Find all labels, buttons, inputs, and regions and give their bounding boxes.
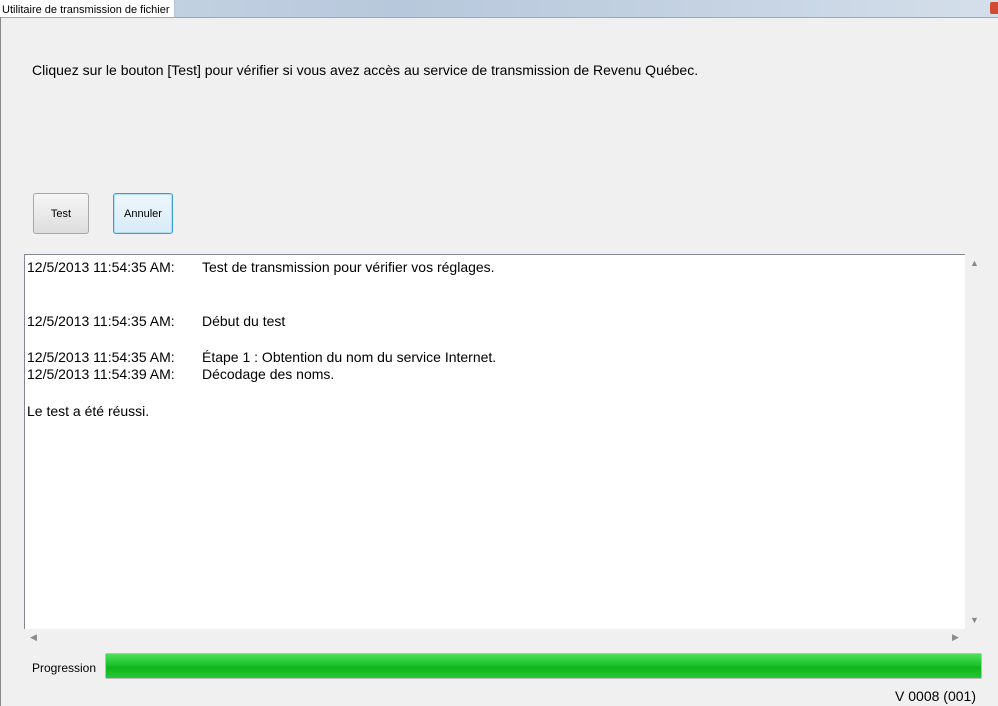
log-line: 12/5/2013 11:54:35 AM: Test de transmissi… [27,259,495,275]
log-message: Décodage des noms. [202,366,335,382]
scroll-down-icon[interactable]: ▼ [970,616,979,625]
log-message: Début du test [202,313,286,329]
cancel-button[interactable]: Annuler [113,193,173,234]
log-timestamp: 12/5/2013 11:54:35 AM: [27,259,175,275]
log-timestamp: 12/5/2013 11:54:35 AM: [27,349,175,365]
log-line: 12/5/2013 11:54:35 AM: Étape 1 : Obtentio… [27,349,496,365]
title-background: Utilitaire de transmission de fichier [0,0,175,17]
log-message: Test de transmission pour vérifier vos r… [202,259,495,275]
window-border [0,17,1,706]
test-button[interactable]: Test [33,193,89,234]
progress-bar [105,653,982,679]
log-line: 12/5/2013 11:54:35 AM: Début du test [27,313,285,329]
instruction-text: Cliquez sur le bouton [Test] pour vérifi… [32,62,699,78]
progress-fill [106,654,981,678]
vertical-scrollbar[interactable]: ▲ ▼ [965,254,982,630]
log-timestamp: 12/5/2013 11:54:39 AM: [27,366,175,382]
progress-label: Progression [32,661,97,675]
horizontal-scrollbar[interactable]: ◀ ▶ [24,629,965,646]
title-bar: Utilitaire de transmission de fichier [0,0,998,18]
log-message: Le test a été réussi. [27,403,150,419]
close-icon[interactable] [990,2,998,14]
log-textbox[interactable]: 12/5/2013 11:54:35 AM: Test de transmissi… [24,254,966,630]
log-line: Le test a été réussi. [27,403,149,419]
log-line: 12/5/2013 11:54:39 AM: Décodage des noms. [27,366,334,382]
log-message: Étape 1 : Obtention du nom du service In… [202,349,497,365]
log-timestamp: 12/5/2013 11:54:35 AM: [27,313,175,329]
scroll-left-icon[interactable]: ◀ [30,633,37,642]
scroll-up-icon[interactable]: ▲ [970,259,979,268]
scroll-right-icon[interactable]: ▶ [952,633,959,642]
window-title: Utilitaire de transmission de fichier [2,4,170,16]
version-label: V 0008 (001) [895,688,976,704]
